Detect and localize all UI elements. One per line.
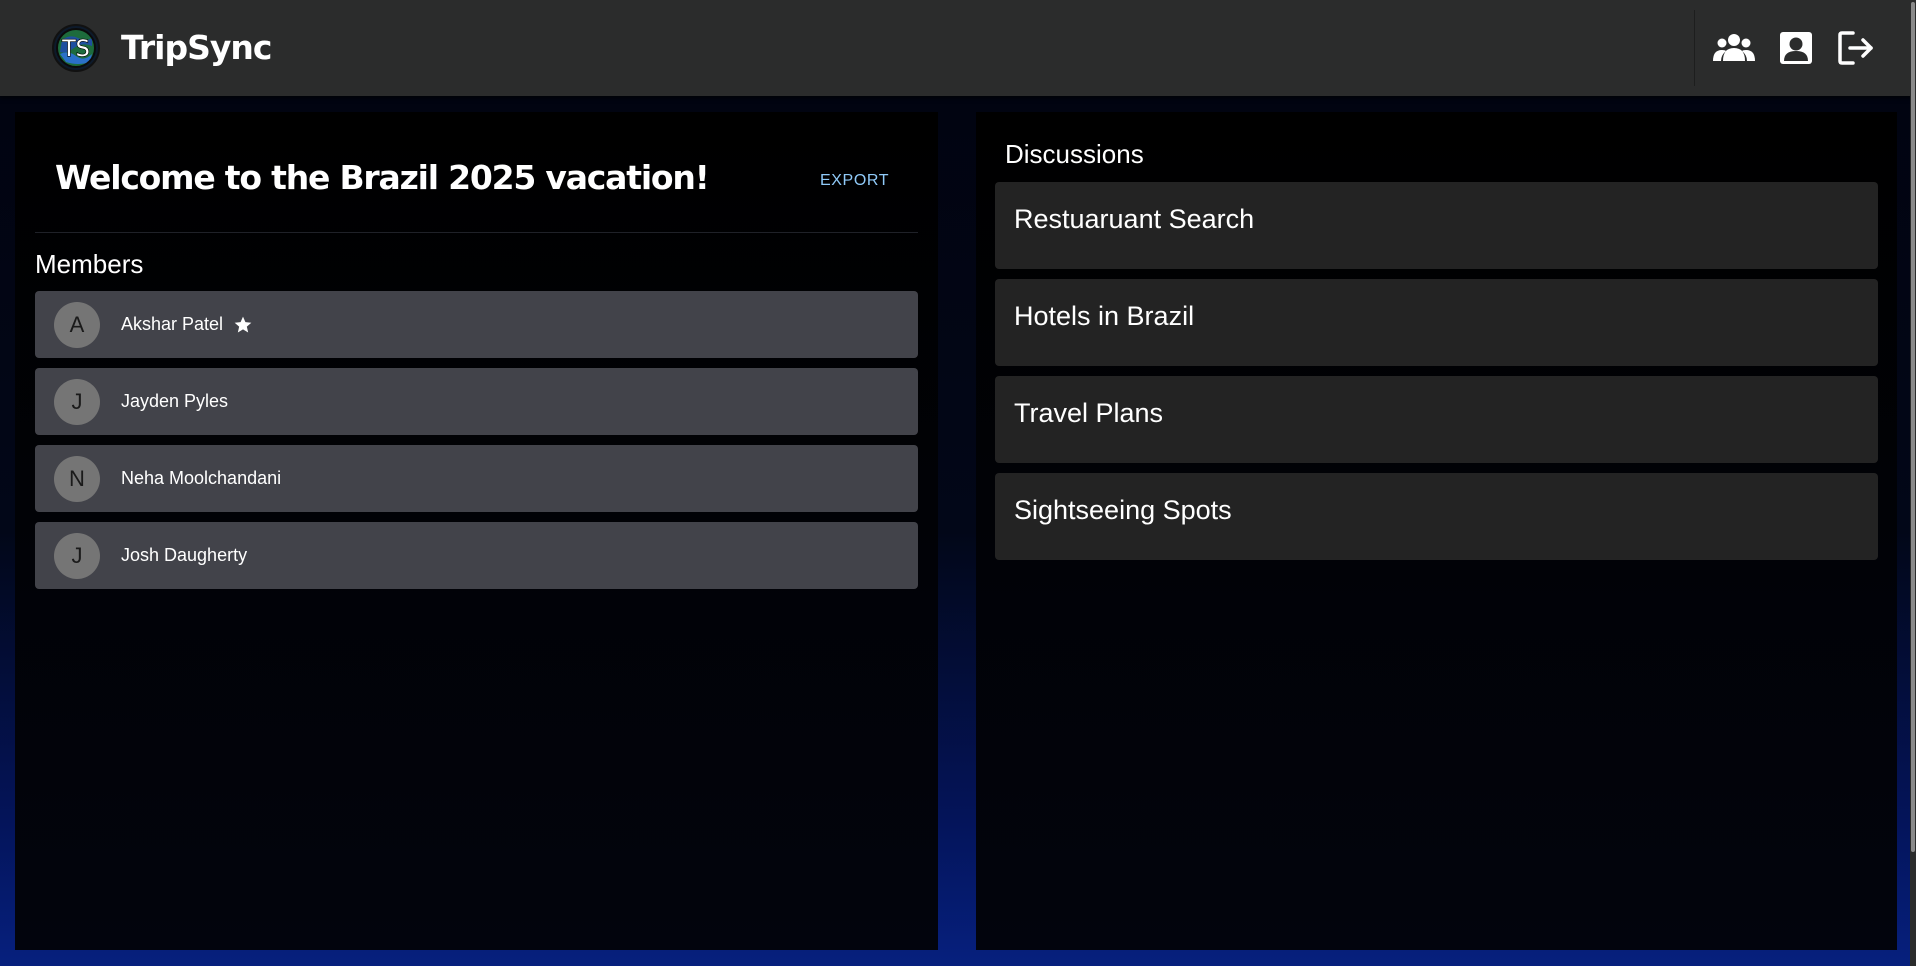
- member-name: Neha Moolchandani: [121, 468, 282, 488]
- logout-icon[interactable]: [1836, 28, 1878, 68]
- member-item[interactable]: N Neha Moolchandani: [35, 445, 918, 512]
- avatar: A: [54, 301, 100, 348]
- page-scrollbar[interactable]: [1910, 0, 1916, 966]
- discussion-title: Travel Plans: [1014, 398, 1164, 428]
- brand-name: TripSync: [121, 28, 272, 67]
- svg-text:TS: TS: [61, 37, 89, 62]
- discussions-panel: Discussions Restuaruant Search Hotels in…: [976, 112, 1897, 950]
- divider: [35, 232, 918, 233]
- discussion-list: Restuaruant Search Hotels in Brazil Trav…: [995, 182, 1878, 570]
- members-heading: Members: [35, 249, 144, 279]
- discussion-item[interactable]: Hotels in Brazil: [995, 279, 1878, 366]
- member-list: A Akshar Patel J Jayden Pyles N Neha Moo…: [35, 291, 918, 599]
- trip-overview-panel: Welcome to the Brazil 2025 vacation! EXP…: [15, 112, 938, 950]
- member-item[interactable]: A Akshar Patel: [35, 291, 918, 358]
- discussion-title: Hotels in Brazil: [1014, 301, 1195, 331]
- tripsync-logo[interactable]: TS: [52, 24, 100, 72]
- top-app-bar: TS TripSync: [0, 0, 1916, 96]
- member-name: Jayden Pyles: [121, 391, 229, 411]
- member-name: Josh Daugherty: [121, 545, 248, 565]
- avatar: N: [54, 455, 100, 502]
- scrollbar-thumb[interactable]: [1911, 2, 1915, 852]
- avatar: J: [54, 378, 100, 425]
- group-icon[interactable]: [1713, 28, 1755, 68]
- avatar: J: [54, 532, 100, 579]
- account-box-icon[interactable]: [1775, 28, 1817, 68]
- discussion-item[interactable]: Sightseeing Spots: [995, 473, 1878, 560]
- page-title: Welcome to the Brazil 2025 vacation!: [55, 158, 710, 197]
- discussion-item[interactable]: Travel Plans: [995, 376, 1878, 463]
- member-item[interactable]: J Josh Daugherty: [35, 522, 918, 589]
- export-button[interactable]: EXPORT: [820, 168, 889, 194]
- discussion-title: Restuaruant Search: [1014, 204, 1255, 234]
- discussions-heading: Discussions: [1005, 139, 1144, 169]
- member-name: Akshar Patel: [121, 314, 224, 334]
- discussion-item[interactable]: Restuaruant Search: [995, 182, 1878, 269]
- topbar-divider: [1694, 10, 1695, 86]
- member-item[interactable]: J Jayden Pyles: [35, 368, 918, 435]
- star-icon: [233, 315, 253, 335]
- discussion-title: Sightseeing Spots: [1014, 495, 1232, 525]
